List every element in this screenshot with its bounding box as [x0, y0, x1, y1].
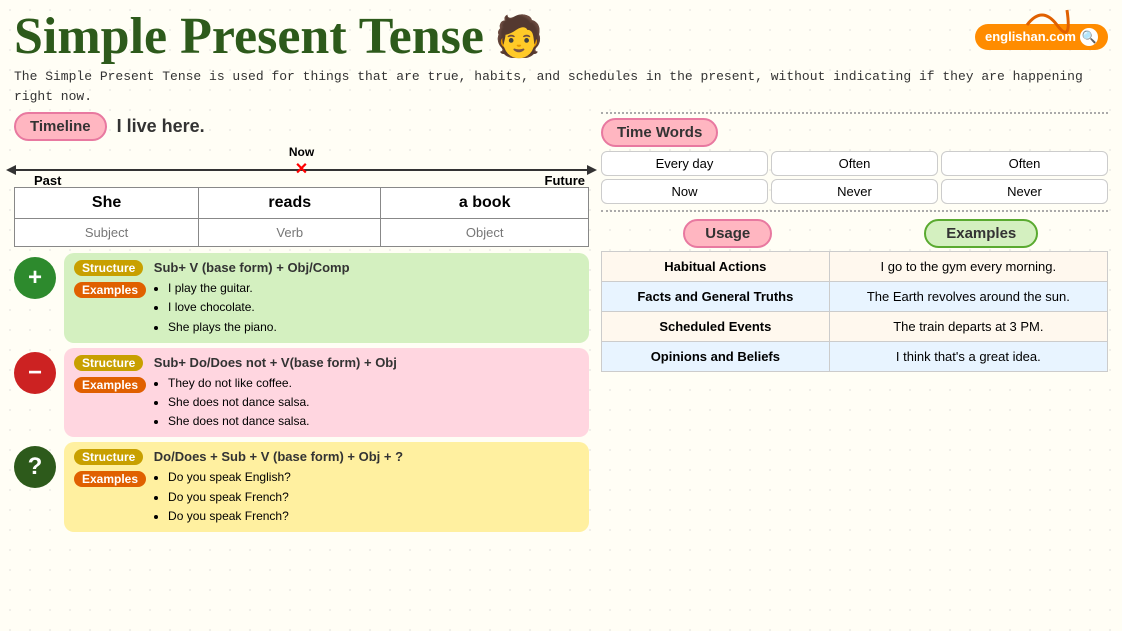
examples-label-neg: Examples	[74, 377, 146, 393]
time-word-cell: Often	[941, 151, 1108, 176]
now-marker: Now ✕	[289, 145, 314, 179]
question-examples-list: Do you speak English? Do you speak Frenc…	[152, 468, 291, 526]
usage-cell: Opinions and Beliefs	[602, 342, 830, 372]
example-cell: I think that's a great idea.	[829, 342, 1107, 372]
table-row: Scheduled Events The train departs at 3 …	[602, 312, 1108, 342]
time-word-cell: Never	[941, 179, 1108, 204]
structure-section: + Structure Sub+ V (base form) + Obj/Com…	[14, 253, 589, 532]
main-layout: Timeline I live here. Past Future Now ✕	[14, 112, 1108, 532]
example-cell: The train departs at 3 PM.	[829, 312, 1107, 342]
structure-label-q: Structure	[74, 449, 143, 465]
list-item: I play the guitar.	[168, 279, 277, 298]
sentence-verb: reads	[199, 188, 381, 219]
page-content: Simple Present Tense 🧑 englishan.com 🔍 T…	[0, 0, 1122, 540]
sentence-subject: She	[15, 188, 199, 219]
subtitle-text: The Simple Present Tense is used for thi…	[14, 67, 1104, 106]
future-label: Future	[545, 173, 585, 188]
structure-label-neg: Structure	[74, 355, 143, 371]
right-panel: Time Words Every day Often Often Now Nev…	[601, 112, 1108, 532]
question-examples: Examples Do you speak English? Do you sp…	[74, 468, 579, 526]
sentence-subject-label: Subject	[15, 219, 199, 247]
positive-examples-list: I play the guitar. I love chocolate. She…	[152, 279, 277, 337]
list-item: She does not dance salsa.	[168, 393, 309, 412]
positive-structure-line: Structure Sub+ V (base form) + Obj/Comp	[74, 259, 579, 277]
usage-header-cell: Usage	[601, 216, 855, 251]
positive-icon: +	[14, 257, 56, 299]
examples-header-cell: Examples	[855, 216, 1109, 251]
table-row: Habitual Actions I go to the gym every m…	[602, 252, 1108, 282]
timeline-row: Timeline I live here.	[14, 112, 589, 141]
now-x-icon: ✕	[295, 159, 308, 179]
time-words-badge: Time Words	[601, 118, 718, 147]
timeline-container: Past Future Now ✕	[14, 145, 589, 183]
left-arrow-icon	[6, 165, 16, 175]
negative-structure-line: Structure Sub+ Do/Does not + V(base form…	[74, 354, 579, 372]
list-item: I love chocolate.	[168, 298, 277, 317]
example-cell: I go to the gym every morning.	[829, 252, 1107, 282]
character-icon: 🧑	[494, 13, 544, 60]
list-item: Do you speak French?	[168, 488, 291, 507]
search-icon[interactable]: 🔍	[1080, 28, 1098, 46]
positive-examples: Examples I play the guitar. I love choco…	[74, 279, 579, 337]
negative-structure-row: − Structure Sub+ Do/Does not + V(base fo…	[14, 348, 589, 438]
question-icon: ?	[14, 446, 56, 488]
example-cell: The Earth revolves around the sun.	[829, 282, 1107, 312]
question-structure-line: Structure Do/Does + Sub + V (base form) …	[74, 448, 579, 466]
time-words-section: Time Words Every day Often Often Now Nev…	[601, 112, 1108, 204]
examples-section-badge: Examples	[924, 219, 1038, 248]
usage-cell: Facts and General Truths	[602, 282, 830, 312]
list-item: They do not like coffee.	[168, 374, 309, 393]
usage-cell: Scheduled Events	[602, 312, 830, 342]
negative-examples-list: They do not like coffee. She does not da…	[152, 374, 309, 432]
left-panel: Timeline I live here. Past Future Now ✕	[14, 112, 589, 532]
positive-structure-row: + Structure Sub+ V (base form) + Obj/Com…	[14, 253, 589, 343]
time-word-cell: Every day	[601, 151, 768, 176]
sentence-object: a book	[381, 188, 589, 219]
table-row: Facts and General Truths The Earth revol…	[602, 282, 1108, 312]
question-box: Structure Do/Does + Sub + V (base form) …	[64, 442, 589, 532]
list-item: Do you speak French?	[168, 507, 291, 526]
right-arrow-icon	[587, 165, 597, 175]
structure-label-pos: Structure	[74, 260, 143, 276]
table-row: Opinions and Beliefs I think that's a gr…	[602, 342, 1108, 372]
negative-examples: Examples They do not like coffee. She do…	[74, 374, 579, 432]
question-formula: Do/Does + Sub + V (base form) + Obj + ?	[154, 449, 403, 464]
time-word-cell: Often	[771, 151, 938, 176]
negative-box: Structure Sub+ Do/Does not + V(base form…	[64, 348, 589, 438]
time-words-grid: Every day Often Often Now Never Never	[601, 151, 1108, 204]
examples-label-q: Examples	[74, 471, 146, 487]
positive-formula: Sub+ V (base form) + Obj/Comp	[154, 260, 350, 275]
list-item: Do you speak English?	[168, 468, 291, 487]
examples-label-pos: Examples	[74, 282, 146, 298]
positive-box: Structure Sub+ V (base form) + Obj/Comp …	[64, 253, 589, 343]
now-label: Now	[289, 145, 314, 159]
time-word-cell: Now	[601, 179, 768, 204]
usage-cell: Habitual Actions	[602, 252, 830, 282]
list-item: She does not dance salsa.	[168, 412, 309, 431]
ue-header: Usage Examples	[601, 216, 1108, 251]
header: Simple Present Tense 🧑 englishan.com 🔍	[14, 8, 1108, 65]
negative-formula: Sub+ Do/Does not + V(base form) + Obj	[154, 355, 397, 370]
page-title: Simple Present Tense	[14, 8, 484, 65]
timeline-text: I live here.	[117, 116, 205, 137]
negative-icon: −	[14, 352, 56, 394]
sentence-table: She reads a book Subject Verb Object	[14, 187, 589, 247]
ue-table: Habitual Actions I go to the gym every m…	[601, 251, 1108, 372]
sentence-verb-label: Verb	[199, 219, 381, 247]
timeline-badge: Timeline	[14, 112, 107, 141]
usage-examples-section: Usage Examples Habitual Actions I go to …	[601, 210, 1108, 372]
list-item: She plays the piano.	[168, 318, 277, 337]
time-word-cell: Never	[771, 179, 938, 204]
sentence-object-label: Object	[381, 219, 589, 247]
past-label: Past	[34, 173, 61, 188]
question-structure-row: ? Structure Do/Does + Sub + V (base form…	[14, 442, 589, 532]
usage-badge: Usage	[683, 219, 772, 248]
